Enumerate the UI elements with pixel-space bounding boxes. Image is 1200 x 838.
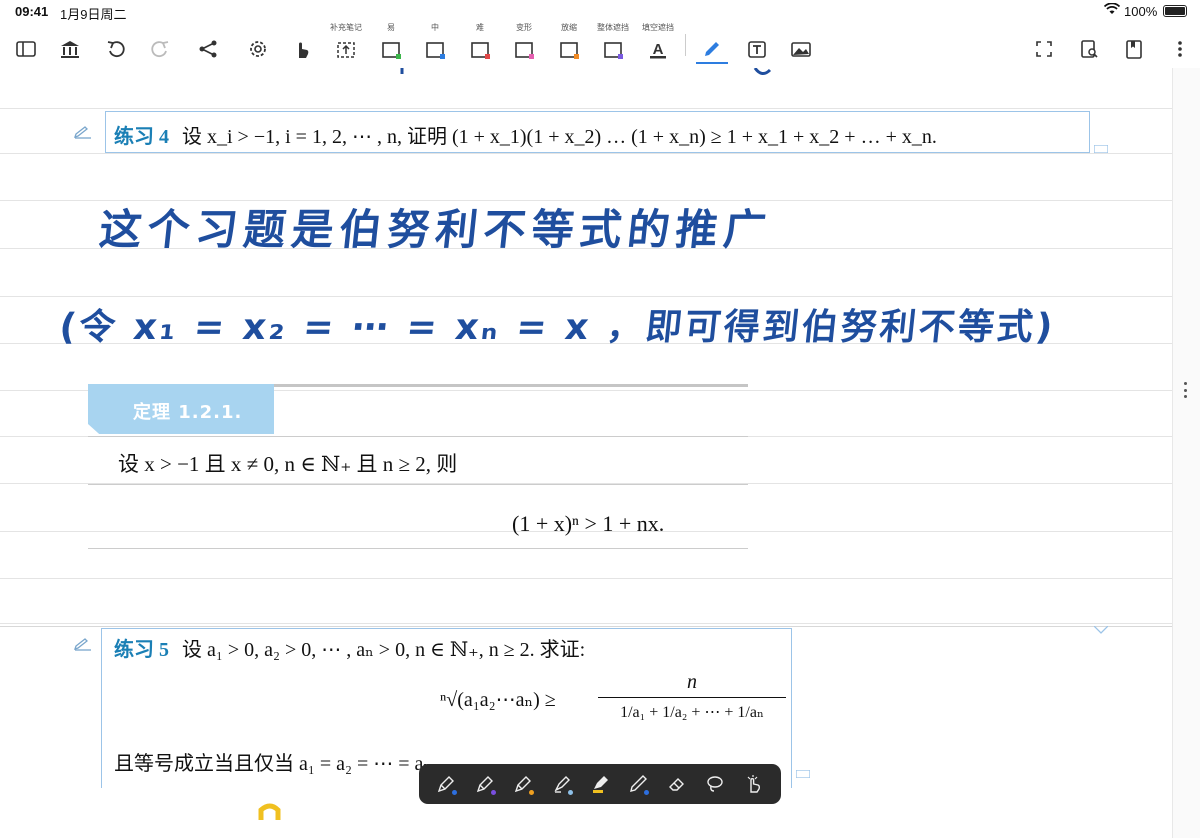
drawing-toolbar: [419, 764, 781, 804]
wifi-icon: [1104, 3, 1120, 14]
fill-blank-mask-button[interactable]: 填空遮挡 A: [640, 22, 676, 66]
note-pencil-icon[interactable]: [73, 637, 93, 651]
theorem-bottom-border: [88, 548, 748, 549]
clock: 09:41: [15, 4, 49, 19]
bookmark-book-icon[interactable]: [1116, 22, 1152, 66]
drag-handle-icon[interactable]: [1184, 382, 1188, 398]
collapse-tab-icon[interactable]: [1094, 145, 1108, 153]
collapse-tab-icon[interactable]: [796, 770, 810, 778]
hard-mark-button[interactable]: 难: [462, 22, 498, 66]
top-toolbar: 补充笔记 易 中 难 变形 放缩 整体遮挡 填空遮挡 A: [0, 22, 1200, 66]
ruled-line: [0, 623, 1172, 624]
hand-tool[interactable]: [739, 769, 769, 799]
whole-mask-button[interactable]: 整体遮挡: [595, 22, 631, 66]
fraction-denominator: 1/a₁ + 1/a₂ + ⋯ + 1/aₙ: [620, 704, 764, 721]
handwriting-fragment: [400, 68, 772, 75]
exercise-5-fraction: n 1/a₁ + 1/a₂ + ⋯ + 1/aₙ: [596, 671, 788, 722]
easy-mark-button[interactable]: 易: [373, 22, 409, 66]
ruled-line: [0, 153, 1172, 154]
text-box-icon[interactable]: [739, 22, 775, 66]
scaling-mark-button[interactable]: 放缩: [551, 22, 587, 66]
fountain-pen-tool[interactable]: [431, 769, 461, 799]
pen-tool-icon[interactable]: [694, 22, 730, 66]
exercise-5-formula-left: ⁿ√(a₁a₂⋯aₙ) ≥: [440, 689, 556, 711]
transform-mark-button[interactable]: 变形: [506, 22, 542, 66]
supplement-note-button[interactable]: 补充笔记: [328, 22, 364, 66]
more-options-icon[interactable]: [1162, 22, 1198, 66]
pencil-tool[interactable]: [623, 769, 653, 799]
lasso-tool[interactable]: [700, 769, 730, 799]
handwritten-note-line-2: (令 x₁ = x₂ = ⋯ = xₙ = x ，即可得到伯努利不等式): [57, 307, 1058, 348]
theorem-title: 定理 1.2.1.: [133, 402, 243, 423]
active-tool-indicator: [696, 62, 728, 64]
exercise-5-label: 练习 5: [114, 639, 169, 661]
theorem-divider: [88, 484, 748, 485]
color-dot: [452, 790, 458, 795]
svg-text:A: A: [653, 41, 664, 58]
image-icon[interactable]: [783, 22, 819, 66]
marker-tool[interactable]: [585, 769, 615, 799]
share-icon[interactable]: [190, 22, 226, 66]
handwriting-fragment: [258, 803, 281, 820]
ruled-line: [0, 108, 1172, 109]
ruled-line: [0, 296, 1172, 297]
fraction-numerator: n: [687, 671, 697, 693]
date: 1月9日周二: [60, 7, 127, 22]
page-separator: [0, 626, 1172, 627]
theorem-formula: (1 + x)ⁿ > 1 + nx.: [512, 511, 665, 536]
toolbar-divider: [685, 34, 686, 56]
hand-icon: [747, 775, 760, 793]
color-dot: [490, 790, 496, 795]
brush-pen-tool[interactable]: [508, 769, 538, 799]
battery-label: 100%: [1124, 4, 1158, 19]
fraction-bar: [598, 697, 786, 698]
library-icon[interactable]: [52, 22, 88, 66]
redo-icon[interactable]: [142, 22, 178, 66]
color-dot: [567, 790, 573, 795]
handwritten-note-line-1: 这个习题是伯努利不等式的推广: [97, 205, 775, 254]
color-dot: [529, 790, 535, 795]
search-document-icon[interactable]: [1071, 22, 1107, 66]
battery-icon: [1163, 5, 1187, 17]
exercise-4-text: 设 x_i > −1, i = 1, 2, ⋯ , n, 证明 (1 + x_1…: [182, 126, 937, 148]
note-pencil-icon[interactable]: [73, 125, 93, 139]
eraser-tool[interactable]: [662, 769, 692, 799]
exercise-4-label: 练习 4: [114, 126, 169, 148]
page-scroll-gutter[interactable]: [1172, 68, 1200, 838]
settings-icon[interactable]: [240, 22, 276, 66]
hand-pointer-icon[interactable]: [284, 22, 320, 66]
status-bar: 09:41 1月9日周二 100%: [0, 0, 1200, 24]
exercise-4-box[interactable]: 练习 4 设 x_i > −1, i = 1, 2, ⋯ , n, 证明 (1 …: [105, 111, 1090, 153]
marker-icon: [592, 776, 608, 793]
color-dot: [644, 790, 650, 795]
exercise-5-tail: 且等号成立当且仅当 a₁ = a₂ = ⋯ = aₙ: [114, 753, 433, 775]
ballpoint-pen-tool[interactable]: [470, 769, 500, 799]
undo-icon[interactable]: [98, 22, 134, 66]
sidebar-toggle-icon[interactable]: [8, 22, 44, 66]
theorem-condition: 设 x > −1 且 x ≠ 0, n ∈ ℕ₊ 且 n ≥ 2, 则: [118, 452, 458, 476]
lasso-icon: [707, 776, 723, 792]
theorem-divider: [88, 436, 748, 437]
ruled-line: [0, 578, 1172, 579]
medium-mark-button[interactable]: 中: [417, 22, 453, 66]
eraser-icon: [668, 778, 684, 791]
collapse-tab-icon[interactable]: [1094, 626, 1108, 634]
highlighter-tool[interactable]: [547, 769, 577, 799]
fullscreen-icon[interactable]: [1026, 22, 1062, 66]
exercise-5-text: 设 a₁ > 0, a₂ > 0, ⋯ , aₙ > 0, n ∈ ℕ₊, n …: [182, 639, 586, 661]
